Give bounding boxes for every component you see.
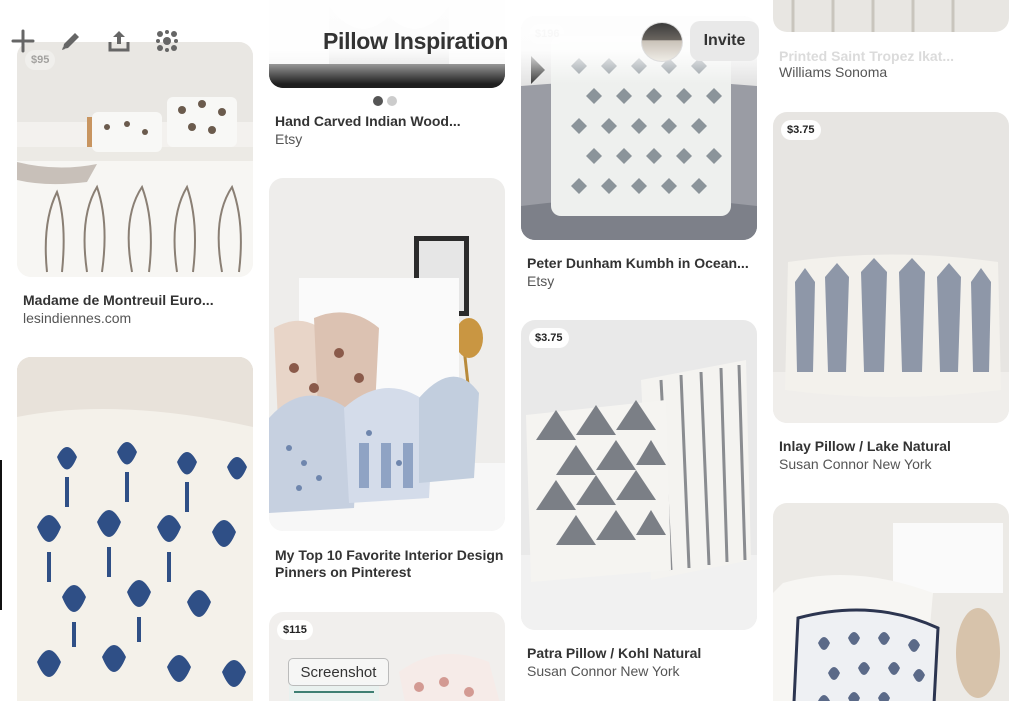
carousel-dot[interactable] <box>387 96 397 106</box>
pin-image[interactable] <box>773 0 1009 32</box>
pin-image[interactable]: $3.75 <box>521 320 757 630</box>
pin-source[interactable]: lesindiennes.com <box>23 310 131 327</box>
price-badge: $3.75 <box>529 328 569 348</box>
pin-title-line-1[interactable]: My Top 10 Favorite Interior Design <box>275 547 503 564</box>
pin-source[interactable]: Etsy <box>527 273 554 290</box>
pin-title[interactable]: Patra Pillow / Kohl Natural <box>527 645 701 662</box>
board-avatar[interactable] <box>641 22 683 62</box>
plus-icon[interactable] <box>8 26 38 56</box>
pin-image[interactable]: $3.75 <box>773 112 1009 423</box>
share-icon[interactable] <box>104 26 134 56</box>
invite-button[interactable]: Invite <box>690 21 759 61</box>
pin-image[interactable] <box>269 178 505 531</box>
pencil-icon[interactable] <box>56 26 86 56</box>
price-badge: $3.75 <box>781 120 821 140</box>
carousel-dot-active[interactable] <box>373 96 383 106</box>
pin-title[interactable]: Printed Saint Tropez Ikat... <box>779 48 954 65</box>
pin-image[interactable] <box>773 503 1009 701</box>
pin-image[interactable] <box>17 357 253 701</box>
pin-title[interactable]: Hand Carved Indian Wood... <box>275 113 461 130</box>
pin-source[interactable]: Susan Connor New York <box>527 663 680 680</box>
organize-icon[interactable] <box>152 26 182 56</box>
pin-title[interactable]: Peter Dunham Kumbh in Ocean... <box>527 255 749 272</box>
pin-title[interactable]: Madame de Montreuil Euro... <box>23 292 214 309</box>
carousel-dots[interactable] <box>373 96 403 106</box>
screenshot-label: Screenshot <box>288 658 389 686</box>
pin-image[interactable]: $115 <box>269 612 505 701</box>
board-title: Pillow Inspiration <box>323 28 509 54</box>
pin-source[interactable]: Williams Sonoma <box>779 64 887 81</box>
pin-image[interactable]: $95 <box>17 42 253 277</box>
pin-source[interactable]: Susan Connor New York <box>779 456 932 473</box>
pin-title[interactable]: Inlay Pillow / Lake Natural <box>779 438 951 455</box>
price-badge: $196 <box>529 24 566 44</box>
window-edge <box>0 460 2 610</box>
pin-source[interactable]: Etsy <box>275 131 302 148</box>
price-badge: $115 <box>277 620 313 640</box>
pin-title-line-2[interactable]: Pinners on Pinterest <box>275 564 411 581</box>
